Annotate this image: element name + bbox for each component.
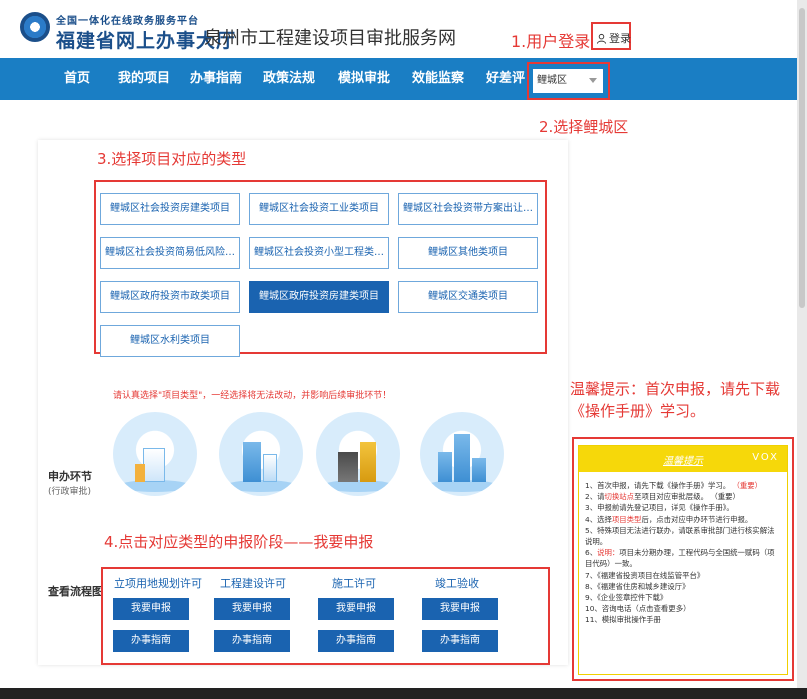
tip-item[interactable]: 10、咨询电话（点击查看更多） — [585, 603, 781, 614]
project-type-button[interactable]: 鲤城区社会投资工业类项目 — [249, 193, 389, 225]
annotation-step1: 1.用户登录 — [511, 32, 591, 51]
footer-bar — [0, 688, 807, 699]
type-warning: 请认真选择"项目类型"，一经选择将无法改动，并影响后续审批环节！ — [113, 391, 392, 401]
project-type-button[interactable]: 鲤城区社会投资带方案出让类项目 — [398, 193, 538, 225]
phase-title: 施工许可 — [332, 577, 376, 590]
caret-down-icon — [589, 78, 597, 83]
guide-button[interactable]: 办事指南 — [113, 630, 189, 652]
acceptance-illustration-icon — [420, 412, 504, 496]
annotation-step3: 3.选择项目对应的类型 — [97, 150, 247, 168]
tip-item: 2、请切换站点至项目对应审批层级。 （重要） — [585, 492, 740, 502]
login-button[interactable]: 登录 — [596, 30, 631, 46]
apply-button[interactable]: 我要申报 — [214, 598, 290, 620]
tip-item[interactable]: 1、首次申报，请先下载《操作手册》学习。 （重要） — [585, 480, 781, 491]
apply-button[interactable]: 我要申报 — [422, 598, 498, 620]
apply-button[interactable]: 我要申报 — [318, 598, 394, 620]
nav-supervision[interactable]: 效能监察 — [412, 58, 464, 100]
nav-rating[interactable]: 好差评 — [486, 58, 525, 100]
project-type-button[interactable]: 鲤城区社会投资简易低风险工程建设项目 — [100, 237, 240, 269]
annotation-tip: 温馨提示：首次申报，请先下载《操作手册》学习。 — [570, 380, 781, 420]
site-title: 泉州市工程建设项目审批服务网 — [204, 28, 456, 49]
tip-item[interactable]: 8、《福建省住房和城乡建设厅》 — [585, 581, 781, 592]
tip-item: 6、说明：项目未分期办理，工程代码与全国统一赋码（项目代码）一致。 — [585, 548, 775, 569]
stage-sublabel: (行政审批) — [48, 487, 92, 497]
annotation-step2: 2.选择鲤城区 — [539, 118, 629, 136]
tip-item[interactable]: 11、模拟审批操作手册 — [585, 614, 781, 625]
project-type-button[interactable]: 鲤城区其他类项目 — [398, 237, 538, 269]
site-header: 全国一体化在线政务服务平台 福建省网上办事大厅 泉州市工程建设项目审批服务网 — [0, 0, 807, 56]
main-nav: 首页 我的项目 办事指南 政策法规 模拟审批 效能监察 好差评 — [0, 58, 807, 100]
tip-header: 温馨提示 VOX — [579, 446, 787, 472]
stage-label: 申办环节 — [48, 470, 92, 483]
phase-title: 立项用地规划许可 — [114, 577, 202, 590]
tip-item: 5、特殊项目无法进行联办，请联系审批部门进行核实解法说明。 — [585, 525, 775, 547]
tip-list: 1、首次申报，请先下载《操作手册》学习。 （重要） 2、请切换站点至项目对应审批… — [579, 472, 787, 626]
project-type-button[interactable]: 鲤城区水利类项目 — [100, 325, 240, 357]
tip-vox: VOX — [752, 452, 779, 463]
tip-item: 3、申报前请先登记项目，详见《操作手册》。 — [585, 503, 734, 513]
scrollbar-thumb[interactable] — [799, 8, 805, 308]
nav-home[interactable]: 首页 — [64, 58, 90, 100]
tip-item[interactable]: 7、《福建省投资项目在线监管平台》 — [585, 570, 781, 581]
project-type-button-selected[interactable]: 鲤城区政府投资房建类项目 — [249, 281, 389, 313]
user-icon — [596, 33, 607, 44]
district-value: 鲤城区 — [537, 75, 567, 86]
login-label: 登录 — [609, 32, 631, 45]
logo-subtitle: 全国一体化在线政务服务平台 — [56, 16, 199, 27]
annotation-step4: 4.点击对应类型的申报阶段——我要申报 — [104, 533, 374, 551]
planning-illustration-icon — [113, 412, 197, 496]
flow-chart-link[interactable]: 查看流程图 — [48, 583, 103, 599]
apply-button[interactable]: 我要申报 — [113, 598, 189, 620]
guide-button[interactable]: 办事指南 — [318, 630, 394, 652]
district-select[interactable]: 鲤城区 — [533, 69, 603, 93]
tip-item: 4、选择项目类型后，点击对应申办环节进行申报。 — [585, 514, 753, 524]
permit-illustration-icon — [219, 412, 303, 496]
nav-policy[interactable]: 政策法规 — [263, 58, 315, 100]
nav-my-projects[interactable]: 我的项目 — [118, 58, 170, 100]
project-type-button[interactable]: 鲤城区政府投资市政类项目 — [100, 281, 240, 313]
nav-simulation[interactable]: 模拟审批 — [338, 58, 390, 100]
phase-title: 竣工验收 — [435, 577, 479, 590]
project-type-button[interactable]: 鲤城区社会投资房建类项目 — [100, 193, 240, 225]
guide-button[interactable]: 办事指南 — [422, 630, 498, 652]
construction-illustration-icon — [316, 412, 400, 496]
tip-item[interactable]: 9、《企业签章控件下载》 — [585, 592, 781, 603]
phase-title: 工程建设许可 — [220, 577, 286, 590]
nav-guide[interactable]: 办事指南 — [190, 58, 242, 100]
guide-button[interactable]: 办事指南 — [214, 630, 290, 652]
project-type-button[interactable]: 鲤城区交通类项目 — [398, 281, 538, 313]
tip-panel: 温馨提示 VOX 1、首次申报，请先下载《操作手册》学习。 （重要） 2、请切换… — [578, 445, 788, 675]
emblem-icon — [20, 12, 50, 42]
project-type-button[interactable]: 鲤城区社会投资小型工程类项目 — [249, 237, 389, 269]
